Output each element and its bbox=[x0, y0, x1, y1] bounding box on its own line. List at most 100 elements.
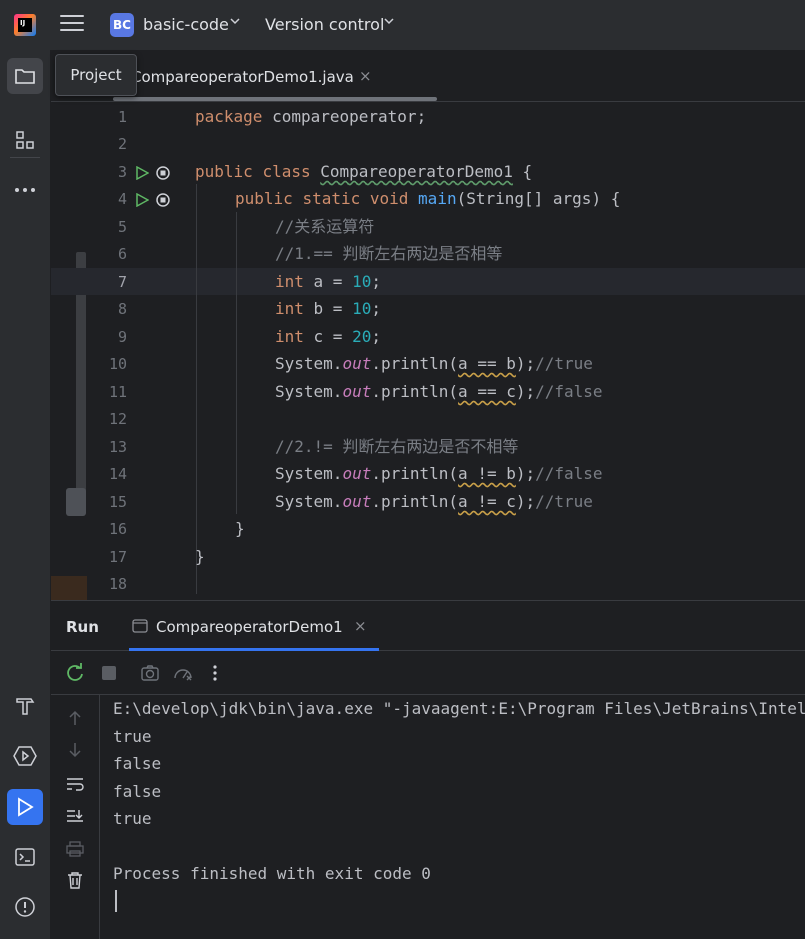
line-number: 5 bbox=[117, 218, 127, 236]
project-name[interactable]: basic-code bbox=[143, 15, 229, 34]
console-line: false bbox=[113, 782, 162, 801]
code-expression: a == b bbox=[458, 354, 516, 373]
line-number: 3 bbox=[117, 163, 127, 181]
line-number: 9 bbox=[117, 328, 127, 346]
problems-icon[interactable] bbox=[7, 889, 43, 925]
run-icon[interactable] bbox=[7, 789, 43, 825]
keyword: int bbox=[275, 299, 304, 318]
code-text: System. bbox=[275, 354, 343, 373]
gauge-icon[interactable] bbox=[173, 663, 193, 683]
build-icon[interactable] bbox=[7, 688, 43, 724]
code-line-5[interactable]: //关系运算符 bbox=[275, 213, 374, 240]
up-arrow-icon[interactable] bbox=[64, 707, 86, 729]
run-gutter-icon[interactable] bbox=[135, 165, 150, 181]
code-text: (String[] args) { bbox=[456, 189, 621, 208]
run-toolbar bbox=[51, 651, 805, 695]
code-text: ); bbox=[515, 464, 536, 483]
code-text: System. bbox=[275, 382, 343, 401]
console-line: true bbox=[113, 727, 152, 746]
console-line: E:\develop\jdk\bin\java.exe "-javaagent:… bbox=[113, 699, 805, 718]
line-number: 16 bbox=[108, 520, 127, 538]
code-line-13[interactable]: //2.!= 判断左右两边是否不相等 bbox=[275, 433, 518, 460]
keyword: class bbox=[262, 162, 311, 181]
services-icon[interactable] bbox=[7, 738, 43, 774]
indent-guide bbox=[236, 212, 237, 514]
close-icon[interactable]: × bbox=[359, 67, 372, 85]
down-arrow-icon[interactable] bbox=[64, 739, 86, 761]
code-expression: a != b bbox=[458, 464, 516, 483]
code-line-16[interactable]: } bbox=[235, 515, 245, 542]
console-output[interactable]: E:\develop\jdk\bin\java.exe "-javaagent:… bbox=[113, 695, 805, 939]
code-text: .println( bbox=[371, 382, 459, 401]
code-line-10[interactable]: System.out.println(a == b);//true bbox=[275, 350, 593, 377]
title-bar: IJ BC basic-code Version control bbox=[0, 0, 805, 50]
rerun-icon[interactable] bbox=[65, 663, 85, 683]
code-text: ; bbox=[371, 327, 381, 346]
folder-icon[interactable] bbox=[7, 58, 43, 94]
terminal-icon[interactable] bbox=[7, 839, 43, 875]
scroll-end-icon[interactable] bbox=[64, 805, 86, 827]
hamburger-icon[interactable] bbox=[60, 15, 84, 35]
camera-icon[interactable] bbox=[140, 663, 160, 683]
field: out bbox=[342, 464, 372, 483]
debug-gutter-icon[interactable] bbox=[156, 192, 170, 207]
code-line-4[interactable]: public static void main(String[] args) { bbox=[235, 185, 620, 212]
line-number: 12 bbox=[108, 410, 127, 428]
code-text: ; bbox=[371, 272, 381, 291]
keyword: public bbox=[235, 189, 293, 208]
keyword: public bbox=[195, 162, 253, 181]
code-line-15[interactable]: System.out.println(a != c);//true bbox=[275, 488, 593, 515]
chevron-down-icon[interactable] bbox=[229, 15, 241, 30]
version-control-menu[interactable]: Version control bbox=[265, 15, 384, 34]
print-icon[interactable] bbox=[64, 838, 86, 860]
debug-gutter-icon[interactable] bbox=[156, 165, 170, 180]
code-expression: a == c bbox=[458, 382, 516, 401]
class-name: CompareoperatorDemo1 bbox=[320, 162, 513, 181]
code-line-17[interactable]: } bbox=[195, 543, 205, 570]
trash-icon[interactable] bbox=[64, 869, 86, 891]
stop-icon[interactable] bbox=[99, 663, 119, 683]
more-icon[interactable] bbox=[7, 172, 43, 208]
line-number: 11 bbox=[108, 383, 127, 401]
run-title: Run bbox=[66, 618, 99, 636]
code-text: ); bbox=[515, 492, 536, 511]
tab-scrollbar[interactable] bbox=[113, 97, 437, 101]
close-icon[interactable]: × bbox=[354, 617, 367, 635]
code-text: .println( bbox=[371, 354, 459, 373]
logo-text: IJ bbox=[20, 19, 26, 27]
code-text: System. bbox=[275, 464, 343, 483]
code-line-1[interactable]: package compareoperator; bbox=[195, 103, 426, 130]
code-expression: a != c bbox=[458, 492, 516, 511]
field: out bbox=[342, 492, 372, 511]
structure-icon[interactable] bbox=[7, 122, 43, 158]
code-line-7[interactable]: int a = 10; bbox=[275, 268, 381, 295]
scroll-marker bbox=[51, 576, 87, 600]
run-config-tab[interactable]: CompareoperatorDemo1 bbox=[156, 618, 343, 636]
indent-guide bbox=[196, 184, 197, 594]
text-caret bbox=[115, 890, 117, 912]
method-name: main bbox=[418, 189, 457, 208]
comment: //false bbox=[535, 464, 603, 483]
file-tab[interactable]: CompareoperatorDemo1.java bbox=[131, 68, 354, 86]
project-badge[interactable]: BC bbox=[110, 13, 134, 37]
chevron-down-icon[interactable] bbox=[383, 15, 395, 30]
code-text: c = bbox=[303, 327, 353, 346]
code-text: b = bbox=[303, 299, 353, 318]
soft-wrap-icon[interactable] bbox=[64, 773, 86, 795]
code-line-6[interactable]: //1.== 判断左右两边是否相等 bbox=[275, 240, 502, 267]
code-line-11[interactable]: System.out.println(a == c);//false bbox=[275, 378, 603, 405]
code-text: ); bbox=[515, 354, 536, 373]
code-line-9[interactable]: int c = 20; bbox=[275, 323, 381, 350]
code-editor[interactable]: 1 2 3 4 5 6 7 8 9 10 11 12 13 14 15 16 1… bbox=[51, 102, 805, 600]
code-line-3[interactable]: public class CompareoperatorDemo1 { bbox=[195, 158, 532, 185]
line-number: 1 bbox=[117, 108, 127, 126]
intellij-logo-icon[interactable]: IJ bbox=[14, 14, 36, 36]
code-line-8[interactable]: int b = 10; bbox=[275, 295, 381, 322]
line-number: 4 bbox=[117, 190, 127, 208]
run-gutter-icon[interactable] bbox=[135, 192, 150, 208]
comment: //true bbox=[535, 492, 593, 511]
line-number: 2 bbox=[117, 135, 127, 153]
scrollbar-handle[interactable] bbox=[66, 488, 86, 516]
kebab-icon[interactable] bbox=[205, 663, 225, 683]
code-line-14[interactable]: System.out.println(a != b);//false bbox=[275, 460, 603, 487]
